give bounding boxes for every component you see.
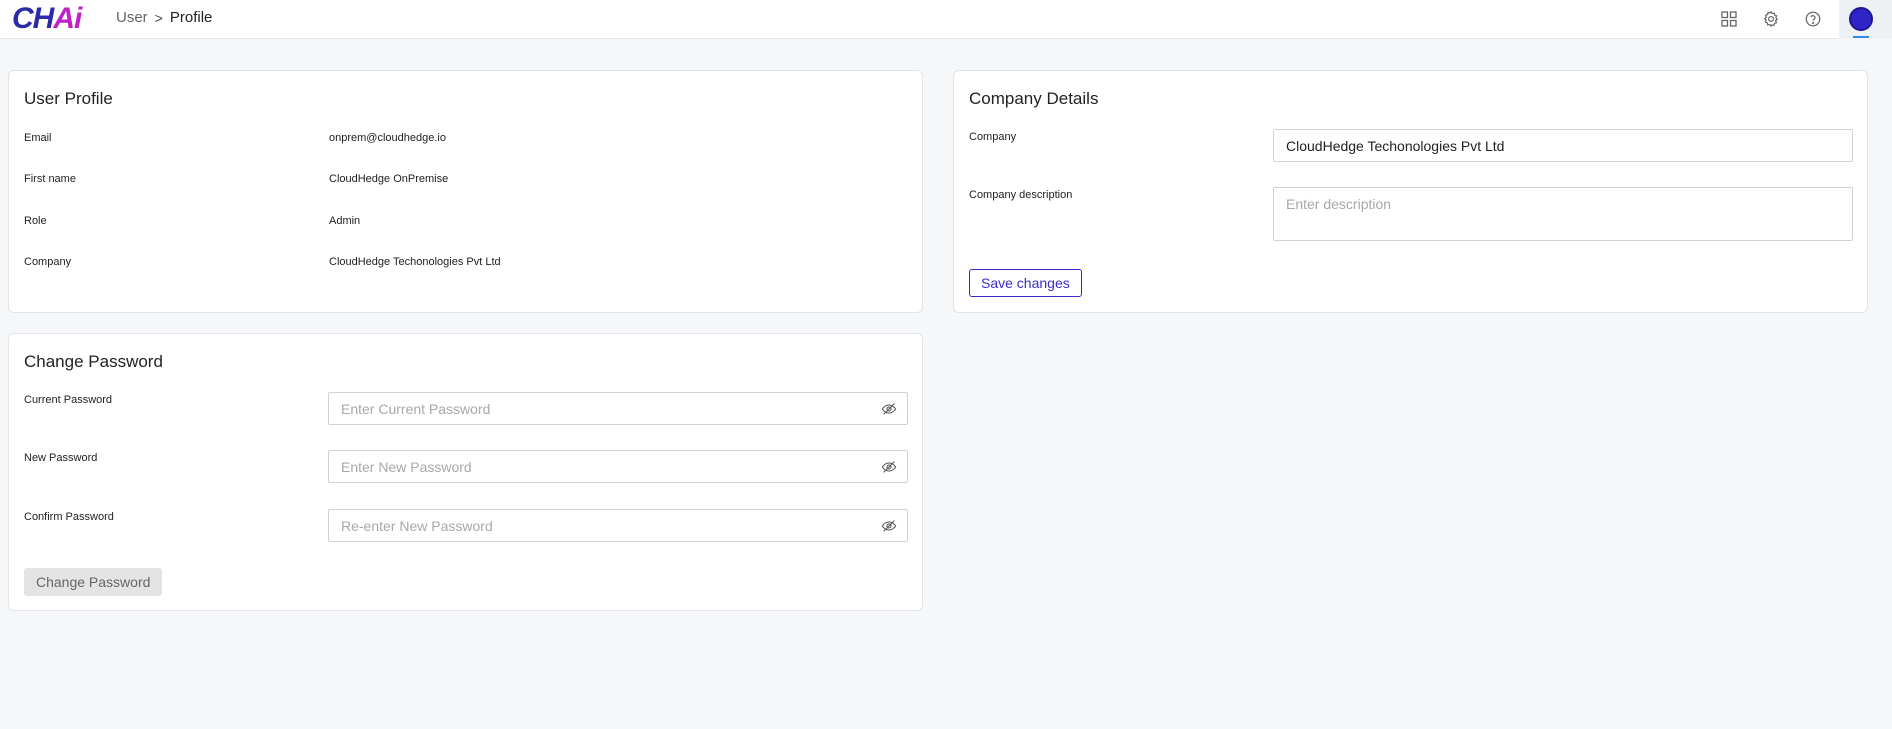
user-profile-card: User Profile Email onprem@cloudhedge.io … (8, 70, 923, 313)
breadcrumb: User > Profile (116, 9, 212, 27)
chai-logo[interactable]: CHAi (12, 2, 82, 36)
change-password-title: Change Password (24, 352, 163, 371)
confirm-password-label: Confirm Password (24, 511, 114, 523)
user-profile-title: User Profile (24, 89, 113, 108)
eye-slash-icon[interactable] (880, 400, 898, 418)
email-label: Email (24, 132, 52, 144)
breadcrumb-current: Profile (169, 9, 213, 26)
top-bar: CHAi User > Profile (0, 0, 1892, 39)
company-value: CloudHedge Techonologies Pvt Ltd (329, 256, 501, 268)
change-password-button[interactable]: Change Password (24, 568, 163, 596)
first-name-label: First name (24, 173, 76, 185)
help-icon[interactable] (1803, 9, 1823, 29)
company-description-label: Company description (969, 189, 1073, 201)
change-password-card: Change Password Current Password New Pas… (8, 333, 923, 611)
eye-slash-icon[interactable] (880, 517, 898, 535)
current-password-input[interactable] (328, 392, 908, 425)
company-details-card: Company Details Company Company descript… (953, 70, 1868, 313)
company-description-input[interactable] (1273, 187, 1853, 241)
current-password-label: Current Password (24, 394, 113, 406)
company-input[interactable] (1273, 129, 1853, 162)
role-label: Role (24, 215, 47, 227)
breadcrumb-user[interactable]: User (116, 9, 148, 27)
avatar[interactable] (1849, 7, 1873, 31)
new-password-input[interactable] (328, 450, 908, 483)
grid-icon[interactable] (1719, 9, 1739, 29)
email-value: onprem@cloudhedge.io (329, 132, 446, 144)
new-password-label: New Password (24, 452, 98, 464)
avatar-active-indicator (1853, 36, 1869, 38)
save-changes-button[interactable]: Save changes (969, 269, 1082, 297)
company-label: Company (24, 256, 72, 268)
company-label: Company (969, 131, 1017, 143)
eye-slash-icon[interactable] (880, 458, 898, 476)
gear-icon[interactable] (1761, 9, 1781, 29)
first-name-value: CloudHedge OnPremise (329, 173, 449, 185)
confirm-password-input[interactable] (328, 509, 908, 542)
company-details-title: Company Details (969, 89, 1099, 108)
role-value: Admin (329, 215, 361, 227)
avatar-container[interactable] (1839, 0, 1892, 39)
breadcrumb-separator: > (154, 10, 163, 26)
